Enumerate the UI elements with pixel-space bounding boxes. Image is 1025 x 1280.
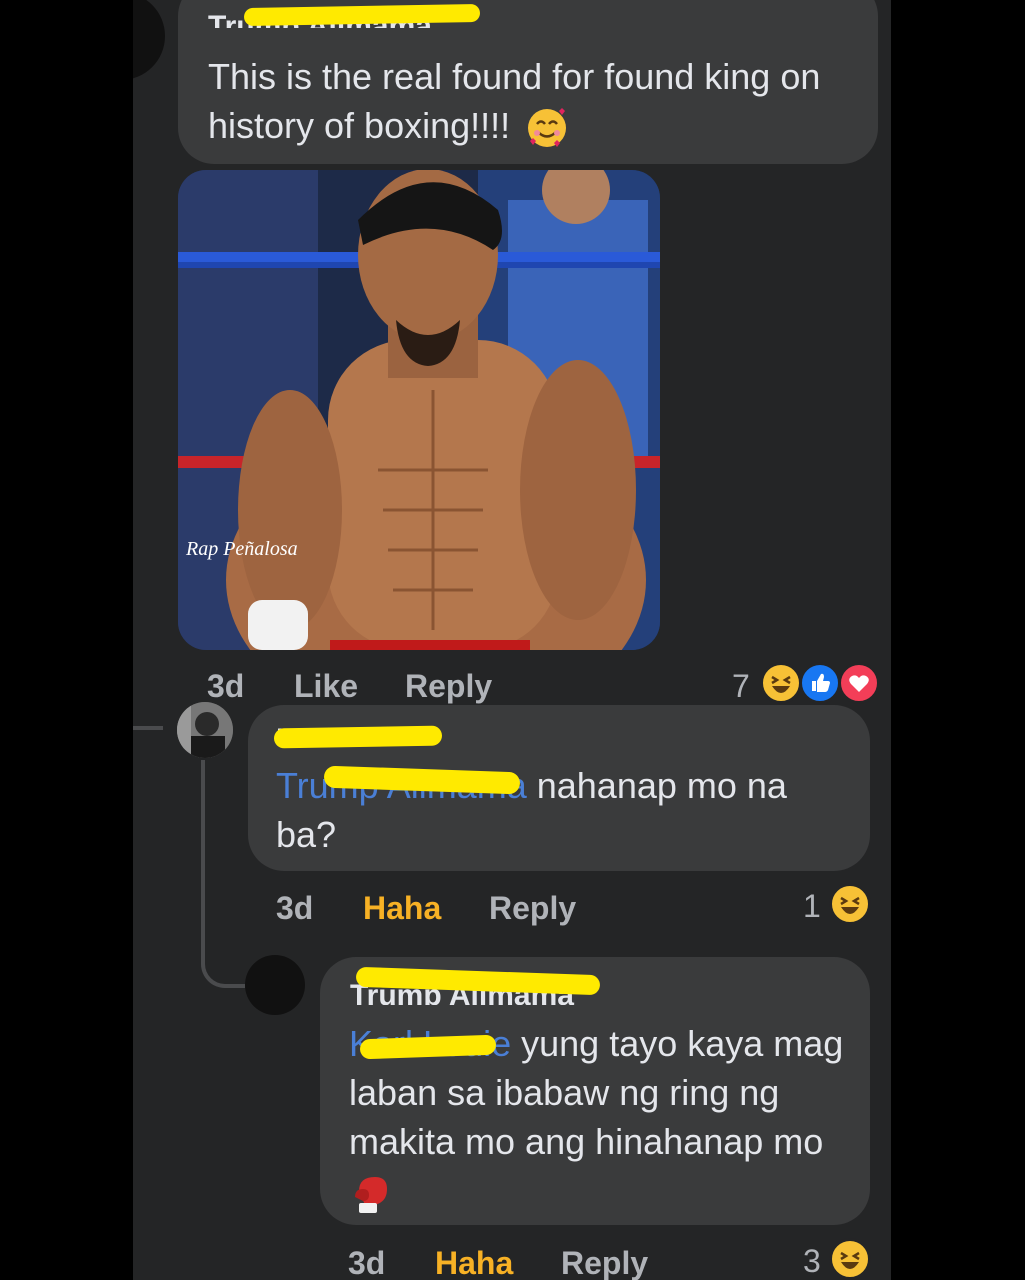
comment-actions: 3d Haha Reply xyxy=(276,890,676,930)
redaction-scribble xyxy=(273,725,443,749)
comment-text: This is the real found for found king on… xyxy=(208,52,848,150)
attached-photo[interactable]: Rap Peñalosa xyxy=(178,170,660,650)
reaction-count[interactable]: 1 xyxy=(803,888,821,925)
timestamp[interactable]: 3d xyxy=(348,1245,385,1280)
haha-button[interactable]: Haha xyxy=(363,890,441,927)
comment-actions: 3d Haha Reply xyxy=(348,1245,748,1280)
comment-bubble: Trump Alimama This is the real found for… xyxy=(178,0,878,164)
reply-button[interactable]: Reply xyxy=(489,890,576,927)
haha-button[interactable]: Haha xyxy=(435,1245,513,1280)
like-reaction-icon[interactable] xyxy=(799,662,841,704)
commenter-avatar[interactable] xyxy=(245,955,305,1015)
boxing-glove-icon xyxy=(349,1171,393,1215)
thread-connector xyxy=(201,760,245,988)
timestamp[interactable]: 3d xyxy=(276,890,313,927)
profile-photo xyxy=(177,702,233,758)
timestamp[interactable]: 3d xyxy=(207,668,244,705)
reply-bubble: Karl Louie Trump Alimama nahanap mo na b… xyxy=(248,705,870,871)
comment-actions: 3d Like Reply xyxy=(207,668,607,708)
smiling-face-with-hearts-icon xyxy=(526,107,568,149)
reaction-count[interactable]: 3 xyxy=(803,1243,821,1280)
reply-bubble: Trump Alimama Karl Louie yung tayo kaya … xyxy=(320,957,870,1225)
reply-button[interactable]: Reply xyxy=(561,1245,648,1280)
haha-reaction-icon[interactable] xyxy=(760,662,802,704)
love-reaction-icon[interactable] xyxy=(838,662,880,704)
boxer-photo: Rap Peñalosa xyxy=(178,170,660,650)
commenter-avatar[interactable] xyxy=(133,0,165,80)
like-button[interactable]: Like xyxy=(294,668,358,705)
comment-text-body: This is the real found for found king on… xyxy=(208,56,821,146)
reply-button[interactable]: Reply xyxy=(405,668,492,705)
commenter-avatar[interactable] xyxy=(177,702,233,758)
haha-reaction-icon[interactable] xyxy=(829,883,871,925)
thread-connector xyxy=(133,726,163,730)
reaction-count[interactable]: 7 xyxy=(732,668,750,705)
photo-watermark: Rap Peñalosa xyxy=(185,538,298,560)
comment-thread: Trump Alimama This is the real found for… xyxy=(133,0,891,1280)
haha-reaction-icon[interactable] xyxy=(829,1238,871,1280)
